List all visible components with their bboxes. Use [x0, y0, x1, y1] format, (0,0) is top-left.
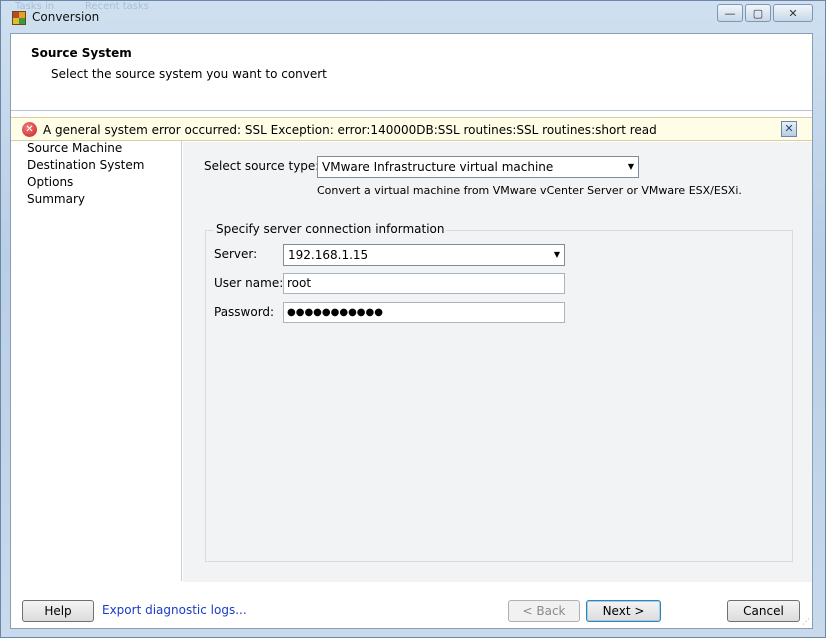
window-controls: — ▢ ✕ — [715, 4, 813, 22]
minimize-icon[interactable]: — — [717, 4, 743, 22]
wizard-steps-nav: Source Machine Destination System Option… — [14, 141, 182, 581]
maximize-icon[interactable]: ▢ — [745, 4, 771, 22]
wizard-header: Source System Select the source system y… — [11, 34, 812, 111]
chevron-down-icon: ▼ — [553, 250, 560, 259]
connection-group-title: Specify server connection information — [214, 222, 447, 236]
server-combobox[interactable]: 192.168.1.15 ▼ — [283, 244, 565, 266]
error-message: A general system error occurred: SSL Exc… — [43, 123, 657, 137]
username-input[interactable]: root — [283, 273, 565, 294]
source-type-label: Select source type: — [204, 159, 320, 173]
window-title: Conversion — [32, 10, 100, 24]
title-bar[interactable]: Tasks in Recent tasks Conversion — ▢ ✕ — [1, 1, 826, 33]
nav-item-options[interactable]: Options — [27, 175, 73, 189]
nav-item-destination-system[interactable]: Destination System — [27, 158, 144, 172]
cancel-button[interactable]: Cancel — [727, 600, 800, 622]
page-title: Source System — [31, 46, 132, 60]
dismiss-error-icon[interactable]: ✕ — [781, 121, 797, 137]
page-subtitle: Select the source system you want to con… — [51, 67, 327, 81]
password-label: Password: — [214, 305, 275, 319]
wizard-footer: Help Export diagnostic logs... < Back Ne… — [11, 582, 812, 628]
source-type-select[interactable]: VMware Infrastructure virtual machine ▼ — [317, 156, 639, 178]
resize-grip-icon[interactable]: ⋰ — [802, 617, 810, 626]
next-button[interactable]: Next > — [586, 600, 661, 622]
error-icon: ✕ — [22, 122, 37, 137]
error-banner: ✕ A general system error occurred: SSL E… — [11, 117, 812, 141]
close-icon[interactable]: ✕ — [773, 4, 813, 22]
password-input[interactable]: ●●●●●●●●●●● — [283, 302, 565, 323]
source-type-value: VMware Infrastructure virtual machine — [322, 160, 554, 174]
back-button[interactable]: < Back — [508, 600, 580, 622]
source-type-hint: Convert a virtual machine from VMware vC… — [317, 184, 742, 197]
export-diagnostic-logs-link[interactable]: Export diagnostic logs... — [102, 603, 247, 617]
chevron-down-icon: ▼ — [627, 162, 634, 171]
nav-item-source-machine[interactable]: Source Machine — [27, 141, 122, 155]
conversion-window: Tasks in Recent tasks Conversion — ▢ ✕ S… — [0, 0, 826, 638]
server-value: 192.168.1.15 — [288, 248, 369, 262]
server-label: Server: — [214, 247, 258, 261]
wizard-content: Select source type: VMware Infrastructur… — [183, 142, 812, 582]
help-button[interactable]: Help — [22, 600, 94, 622]
dialog-client-area: Source System Select the source system y… — [10, 33, 813, 629]
converter-app-icon — [12, 11, 26, 25]
username-label: User name: — [214, 276, 284, 290]
nav-item-summary[interactable]: Summary — [27, 192, 85, 206]
